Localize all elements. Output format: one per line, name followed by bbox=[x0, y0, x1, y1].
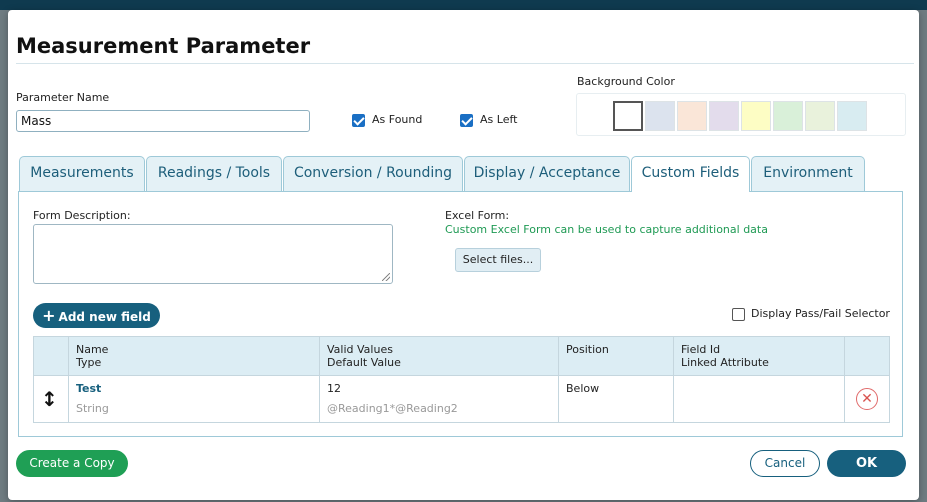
tab-custom-fields[interactable]: Custom Fields bbox=[631, 156, 750, 192]
form-description-textarea[interactable] bbox=[33, 224, 393, 284]
pass-fail-checkbox[interactable] bbox=[732, 308, 745, 321]
name-type-header[interactable]: Name Type bbox=[68, 336, 320, 376]
delete-circle-icon[interactable]: ✕ bbox=[856, 388, 878, 410]
linked-attribute-label: Linked Attribute bbox=[681, 356, 769, 369]
add-new-field-label: Add new field bbox=[58, 310, 151, 324]
parameter-name-input[interactable] bbox=[16, 110, 310, 132]
excel-form-hint: Custom Excel Form can be used to capture… bbox=[445, 223, 768, 236]
position-header[interactable]: Position bbox=[558, 336, 674, 376]
color-swatch[interactable] bbox=[677, 101, 707, 131]
position-cell: Below bbox=[558, 375, 674, 423]
drag-column-header bbox=[33, 336, 69, 376]
actions-cell: ✕ bbox=[844, 375, 890, 423]
form-description-label: Form Description: bbox=[33, 209, 131, 222]
field-id-label: Field Id bbox=[681, 343, 721, 356]
title-divider bbox=[16, 63, 914, 64]
drag-handle-icon[interactable]: ↕ bbox=[33, 375, 69, 423]
default-value-label: Default Value bbox=[327, 356, 401, 369]
valid-values-label: Valid Values bbox=[327, 343, 393, 356]
name-header: Name bbox=[76, 343, 109, 356]
dialog-title: Measurement Parameter bbox=[16, 34, 311, 58]
custom-fields-table: Name Type Valid Values Default Value Pos… bbox=[33, 336, 890, 423]
measurement-parameter-dialog: Measurement Parameter Parameter Name As … bbox=[8, 10, 919, 500]
create-copy-button[interactable]: Create a Copy bbox=[16, 450, 128, 477]
background-color-picker bbox=[576, 93, 906, 136]
tab-conversion-rounding[interactable]: Conversion / Rounding bbox=[283, 156, 463, 191]
name-type-cell: Test String bbox=[68, 375, 320, 423]
as-found-label: As Found bbox=[372, 113, 423, 126]
tab-display-acceptance[interactable]: Display / Acceptance bbox=[464, 156, 630, 191]
tab-readings-tools[interactable]: Readings / Tools bbox=[146, 156, 282, 191]
parameter-name-label: Parameter Name bbox=[16, 91, 110, 104]
pass-fail-label: Display Pass/Fail Selector bbox=[751, 307, 890, 320]
tab-environment[interactable]: Environment bbox=[751, 156, 865, 191]
as-found-checkbox[interactable] bbox=[352, 114, 365, 127]
resize-grip-icon[interactable] bbox=[382, 273, 390, 281]
color-swatch[interactable] bbox=[773, 101, 803, 131]
custom-fields-panel: Form Description: Excel Form: Custom Exc… bbox=[18, 191, 903, 437]
tab-measurements[interactable]: Measurements bbox=[19, 156, 145, 191]
default-value-value: @Reading1*@Reading2 bbox=[327, 402, 458, 415]
field-type: String bbox=[76, 402, 109, 415]
type-header: Type bbox=[76, 356, 102, 369]
table-header-row: Name Type Valid Values Default Value Pos… bbox=[33, 336, 890, 376]
actions-column-header bbox=[844, 336, 890, 376]
valid-values-cell: 12 @Reading1*@Reading2 bbox=[319, 375, 559, 423]
color-swatch[interactable] bbox=[613, 101, 643, 131]
as-left-label: As Left bbox=[480, 113, 518, 126]
plus-icon: + bbox=[42, 306, 56, 325]
field-name-link[interactable]: Test bbox=[76, 382, 101, 395]
cancel-button[interactable]: Cancel bbox=[750, 450, 820, 477]
excel-form-label: Excel Form: bbox=[445, 209, 510, 222]
color-swatch[interactable] bbox=[837, 101, 867, 131]
color-swatch[interactable] bbox=[741, 101, 771, 131]
color-swatch[interactable] bbox=[645, 101, 675, 131]
background-color-label: Background Color bbox=[577, 75, 675, 88]
valid-values-header[interactable]: Valid Values Default Value bbox=[319, 336, 559, 376]
color-swatch[interactable] bbox=[709, 101, 739, 131]
color-swatch[interactable] bbox=[805, 101, 835, 131]
add-new-field-button[interactable]: + Add new field bbox=[33, 303, 160, 328]
valid-values-value: 12 bbox=[327, 382, 341, 395]
as-left-checkbox[interactable] bbox=[460, 114, 473, 127]
table-row: ↕ Test String 12 @Reading1*@Reading2 Bel… bbox=[33, 375, 890, 423]
select-files-button[interactable]: Select files... bbox=[455, 248, 541, 272]
field-id-header[interactable]: Field Id Linked Attribute bbox=[673, 336, 845, 376]
ok-button[interactable]: OK bbox=[827, 450, 906, 477]
field-id-cell bbox=[673, 375, 845, 423]
backdrop bbox=[0, 0, 927, 10]
